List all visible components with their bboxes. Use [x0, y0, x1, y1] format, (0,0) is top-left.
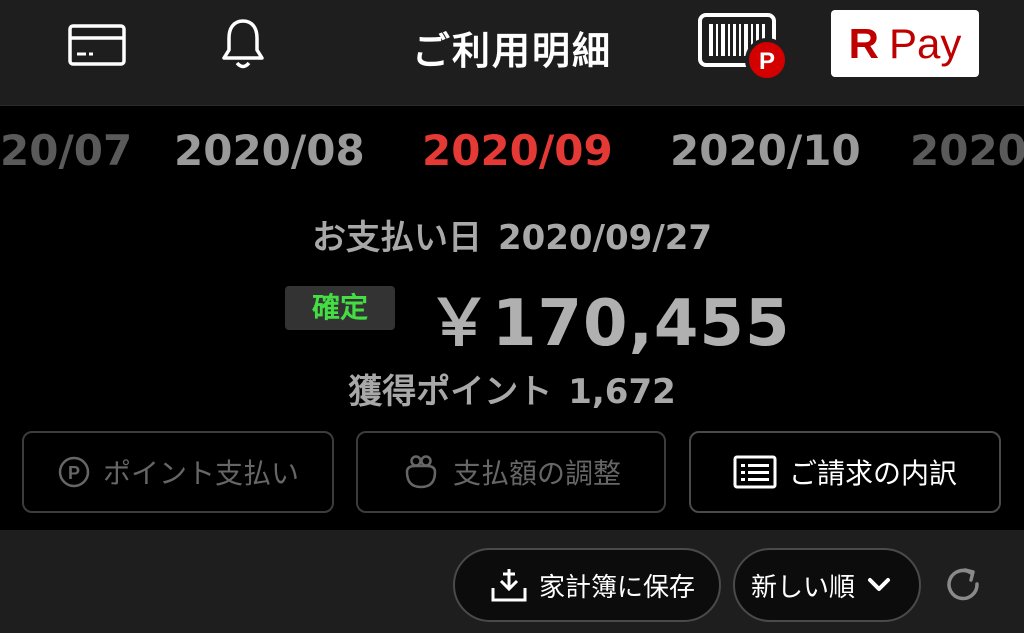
chevron-down-icon — [868, 578, 890, 591]
earned-points-label: 獲得ポイント — [348, 372, 553, 412]
point-payment-label: ポイント支払い — [102, 457, 299, 490]
save-household-label: 家計簿に保存 — [538, 572, 695, 603]
rpay-logo-pay: Pay — [888, 19, 962, 67]
month-tab-next[interactable]: 2020/10 — [670, 126, 861, 175]
payment-date-label: お支払い日 — [311, 218, 482, 258]
point-circle-icon: P — [58, 456, 90, 488]
download-icon — [491, 569, 527, 602]
barcode-point-icon[interactable]: P — [697, 12, 791, 86]
month-tab-next2[interactable]: 2020/ — [910, 126, 1024, 175]
adjust-amount-label: 支払額の調整 — [452, 457, 621, 490]
status-badge: 確定 — [285, 286, 395, 330]
billing-details-label: ご請求の内訳 — [788, 457, 957, 490]
refresh-icon[interactable] — [943, 564, 985, 610]
sort-order-select[interactable]: 新しい順 — [733, 548, 921, 622]
point-payment-button[interactable]: P ポイント支払い — [22, 431, 334, 513]
adjust-amount-button[interactable]: 支払額の調整 — [356, 431, 666, 513]
rpay-logo-r: R — [848, 19, 879, 67]
payment-date-row: お支払い日 2020/09/27 — [0, 210, 1024, 259]
app-header: ご利用明細 P R Pay — [0, 0, 1024, 106]
sort-order-label: 新しい順 — [750, 572, 855, 603]
payment-date-value: 2020/09/27 — [497, 218, 713, 258]
month-tab-prev[interactable]: 2020/08 — [174, 126, 365, 175]
earned-points-row: 獲得ポイント 1,672 — [0, 364, 1024, 413]
save-household-button[interactable]: 家計簿に保存 — [453, 548, 721, 622]
billing-details-button[interactable]: ご請求の内訳 — [689, 431, 1001, 513]
purse-icon — [405, 455, 437, 489]
payment-amount: ￥170,455 — [427, 287, 791, 361]
list-icon — [733, 455, 777, 489]
rpay-logo[interactable]: R Pay — [831, 10, 979, 77]
month-selector[interactable]: 20/07 2020/08 2020/09 2020/10 2020/ — [0, 108, 1024, 192]
month-tab-prev2[interactable]: 20/07 — [0, 126, 132, 175]
svg-text:P: P — [68, 463, 80, 483]
barcode-badge-letter: P — [759, 48, 775, 75]
earned-points-value: 1,672 — [568, 372, 676, 412]
month-tab-selected[interactable]: 2020/09 — [422, 126, 613, 175]
